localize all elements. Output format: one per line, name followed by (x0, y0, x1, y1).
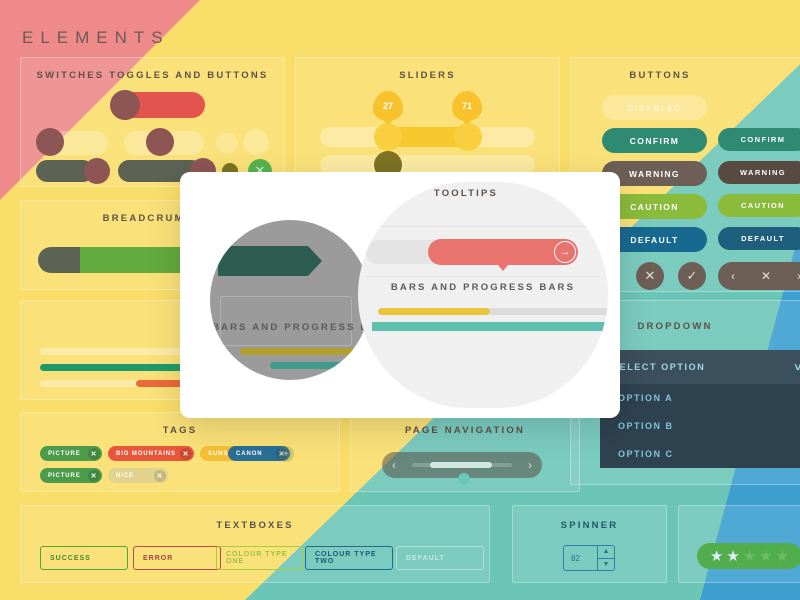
chevron-left-icon[interactable]: ‹ (731, 269, 735, 283)
close-icon[interactable]: ✕ (88, 469, 100, 482)
chevron-left-icon[interactable]: ‹ (392, 458, 396, 472)
chevron-down-icon[interactable]: ˅ (794, 360, 800, 374)
tag-chip[interactable]: BIG MOUNTAINS ✕ (108, 446, 194, 461)
dropdown-options-list[interactable]: OPTION A OPTION B OPTION C (600, 384, 800, 468)
panel-title-tooltips: TOOLTIPS (433, 188, 499, 199)
close-icon[interactable]: ✕ (761, 269, 771, 283)
check-icon[interactable]: ✓ (678, 262, 706, 290)
tag-label: BIG MOUNTAINS (116, 450, 176, 457)
star-icon-filled[interactable]: ★ (710, 549, 723, 564)
switch-small[interactable] (216, 133, 238, 153)
switch-knob[interactable] (110, 90, 140, 120)
close-icon[interactable]: ✕ (180, 447, 192, 460)
divider (366, 226, 600, 227)
slider-value-bubble: 27 (373, 91, 403, 127)
chevron-up-icon[interactable]: ▲ (598, 546, 614, 559)
button-caution-small[interactable]: CAUTION (718, 194, 800, 217)
page-navigation-thumb[interactable] (458, 473, 470, 485)
close-icon[interactable]: ✕ (636, 262, 664, 290)
spinner-control[interactable]: 82 ▲ ▼ (563, 545, 615, 571)
textbox-value: ERROR (143, 554, 174, 562)
dropdown-select[interactable]: SELECT OPTION ˅ (600, 350, 800, 384)
page-title: ELEMENTS (22, 28, 170, 47)
page-navigation-handle[interactable] (430, 462, 492, 468)
tooltip-bubble[interactable]: → (428, 239, 578, 271)
panel-title-spinner: SPINNER (560, 520, 619, 531)
star-icon-empty[interactable]: ★ (776, 549, 789, 564)
star-icon-filled[interactable]: ★ (726, 549, 739, 564)
dropdown-selected-value: SELECT OPTION (612, 362, 706, 372)
spinner-arrows[interactable]: ▲ ▼ (597, 546, 614, 570)
tooltip-preview-lens: TOOLTIPS → BARS AND PROGRESS BARS (358, 182, 608, 408)
panel-textboxes: TEXTBOXES (20, 505, 490, 583)
divider (366, 276, 600, 277)
screenshot-stage: ELEMENTS SWITCHES TOGGLES AND BUTTONS ✕ … (0, 0, 800, 600)
textbox-value: COLOUR TYPE TWO (315, 551, 377, 565)
tag-label: NICE (116, 472, 134, 479)
preview-progress-track (488, 308, 608, 315)
star-rating[interactable]: ★ ★ ★ ★ ★ (697, 543, 800, 569)
chevron-right-icon[interactable]: › (528, 458, 532, 472)
overlay-card: BARS AND PROGRESS BARS TOOLTIPS → BARS A… (180, 172, 620, 418)
add-tag-button[interactable]: + (278, 446, 294, 462)
dropdown-option[interactable]: OPTION C (600, 440, 800, 468)
preview-progress-yellow-2 (378, 308, 490, 315)
preview-progress-green (270, 362, 370, 369)
panel-spinner: SPINNER (512, 505, 667, 583)
textbox-error[interactable]: ERROR (133, 546, 221, 570)
tag-chip[interactable]: PICTURE ✕ (40, 468, 102, 483)
slider-handle-high[interactable] (454, 123, 482, 151)
panel-title-sliders: SLIDERS (399, 70, 456, 81)
close-icon[interactable]: ✕ (88, 447, 100, 460)
textbox-success[interactable]: SUCCESS (40, 546, 128, 570)
chevron-down-icon[interactable]: ▼ (598, 559, 614, 571)
preview-panel-outline (220, 296, 352, 346)
panel-title-buttons: BUTTONS (629, 70, 691, 81)
textbox-value: DEFAULT (406, 554, 445, 562)
slider-value-bubble: 71 (452, 91, 482, 127)
panel-title-page-navigation: PAGE NAVIGATION (404, 425, 526, 436)
slider-handle-low[interactable] (374, 123, 402, 151)
spinner-value[interactable]: 82 (564, 546, 597, 570)
button-warning-small[interactable]: WARNING (718, 161, 800, 184)
tag-label: CANON (236, 450, 263, 457)
button-confirm[interactable]: CONFIRM (602, 128, 707, 153)
button-disabled: DISABLED (602, 95, 707, 120)
preview-progress-yellow (240, 348, 370, 355)
pill-button-group[interactable]: ‹ ✕ › (718, 262, 800, 290)
breadcrumb-arrow-preview (218, 246, 322, 276)
panel-title-textboxes: TEXTBOXES (216, 520, 294, 531)
tag-label: PICTURE (48, 450, 81, 457)
close-icon: ✕ (154, 469, 166, 482)
dropdown-option[interactable]: OPTION B (600, 412, 800, 440)
grayscale-preview-circle: BARS AND PROGRESS BARS (210, 220, 370, 380)
switch-knob[interactable] (146, 128, 174, 156)
textbox-default[interactable]: DEFAULT (396, 546, 484, 570)
arrow-right-icon[interactable]: → (554, 241, 576, 263)
preview-progress-label: BARS AND PROGRESS BARS (212, 322, 370, 333)
tag-label: PICTURE (48, 472, 81, 479)
star-icon-empty[interactable]: ★ (759, 549, 772, 564)
star-icon-empty[interactable]: ★ (743, 549, 756, 564)
textbox-value: COLOUR TYPE ONE (226, 551, 288, 565)
button-default-small[interactable]: DEFAULT (718, 227, 800, 250)
textbox-colour-type-two[interactable]: COLOUR TYPE TWO (305, 546, 393, 570)
textbox-colour-type-one[interactable]: COLOUR TYPE ONE (216, 546, 304, 570)
switch-knob[interactable] (243, 129, 269, 155)
switch-knob[interactable] (84, 158, 110, 184)
tag-chip[interactable]: PICTURE ✕ (40, 446, 102, 461)
panel-title-switches: SWITCHES TOGGLES AND BUTTONS (36, 70, 269, 81)
preview-progress-teal (372, 322, 608, 331)
button-confirm-small[interactable]: CONFIRM (718, 128, 800, 151)
preview-progress-label-2: BARS AND PROGRESS BARS (390, 282, 576, 293)
textbox-value: SUCCESS (50, 554, 91, 562)
dropdown-option[interactable]: OPTION A (600, 384, 800, 412)
panel-title-tags: TAGS (162, 425, 198, 436)
switch-knob[interactable] (36, 128, 64, 156)
tag-chip-disabled: NICE ✕ (108, 468, 168, 483)
